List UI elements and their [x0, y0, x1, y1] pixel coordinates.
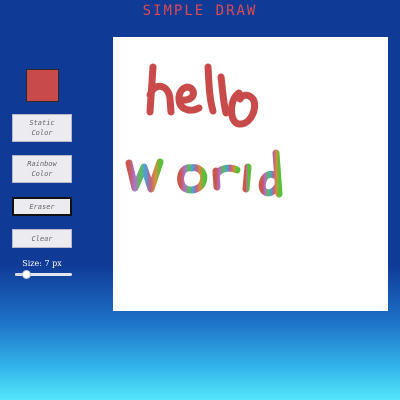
stroke-h	[146, 63, 175, 116]
eraser-label: Eraser	[29, 202, 55, 211]
stroke-l1	[204, 63, 217, 115]
stroke-e	[175, 83, 203, 114]
static-color-label-line2: Color	[31, 129, 53, 137]
clear-button[interactable]: Clear	[12, 229, 72, 248]
rainbow-color-label-line2: Color	[31, 170, 53, 178]
clear-label: Clear	[31, 234, 53, 243]
brush-size-slider-thumb[interactable]	[22, 270, 31, 279]
static-color-button[interactable]: Static Color	[12, 114, 72, 142]
stroke-w	[125, 158, 164, 193]
eraser-button[interactable]: Eraser	[12, 197, 72, 216]
brush-size-slider[interactable]	[15, 270, 72, 279]
brush-size-label: Size: 7 px	[22, 259, 62, 268]
drawing-world	[125, 149, 283, 198]
stroke-l3	[242, 163, 252, 193]
drawing-canvas[interactable]	[113, 37, 388, 311]
stroke-r	[212, 164, 241, 191]
rainbow-color-label-line1: Rainbow	[27, 160, 57, 168]
static-color-label-line1: Static	[29, 119, 55, 127]
canvas-drawing-layer	[125, 63, 283, 198]
stroke-d	[258, 149, 283, 198]
rainbow-color-button[interactable]: Rainbow Color	[12, 155, 72, 183]
stroke-l2	[217, 73, 230, 117]
current-color-swatch[interactable]	[26, 69, 59, 102]
drawing-hello	[146, 63, 259, 128]
stroke-o2	[177, 164, 208, 194]
stroke-o	[228, 89, 259, 128]
app-title: SIMPLE DRAW	[142, 3, 258, 19]
